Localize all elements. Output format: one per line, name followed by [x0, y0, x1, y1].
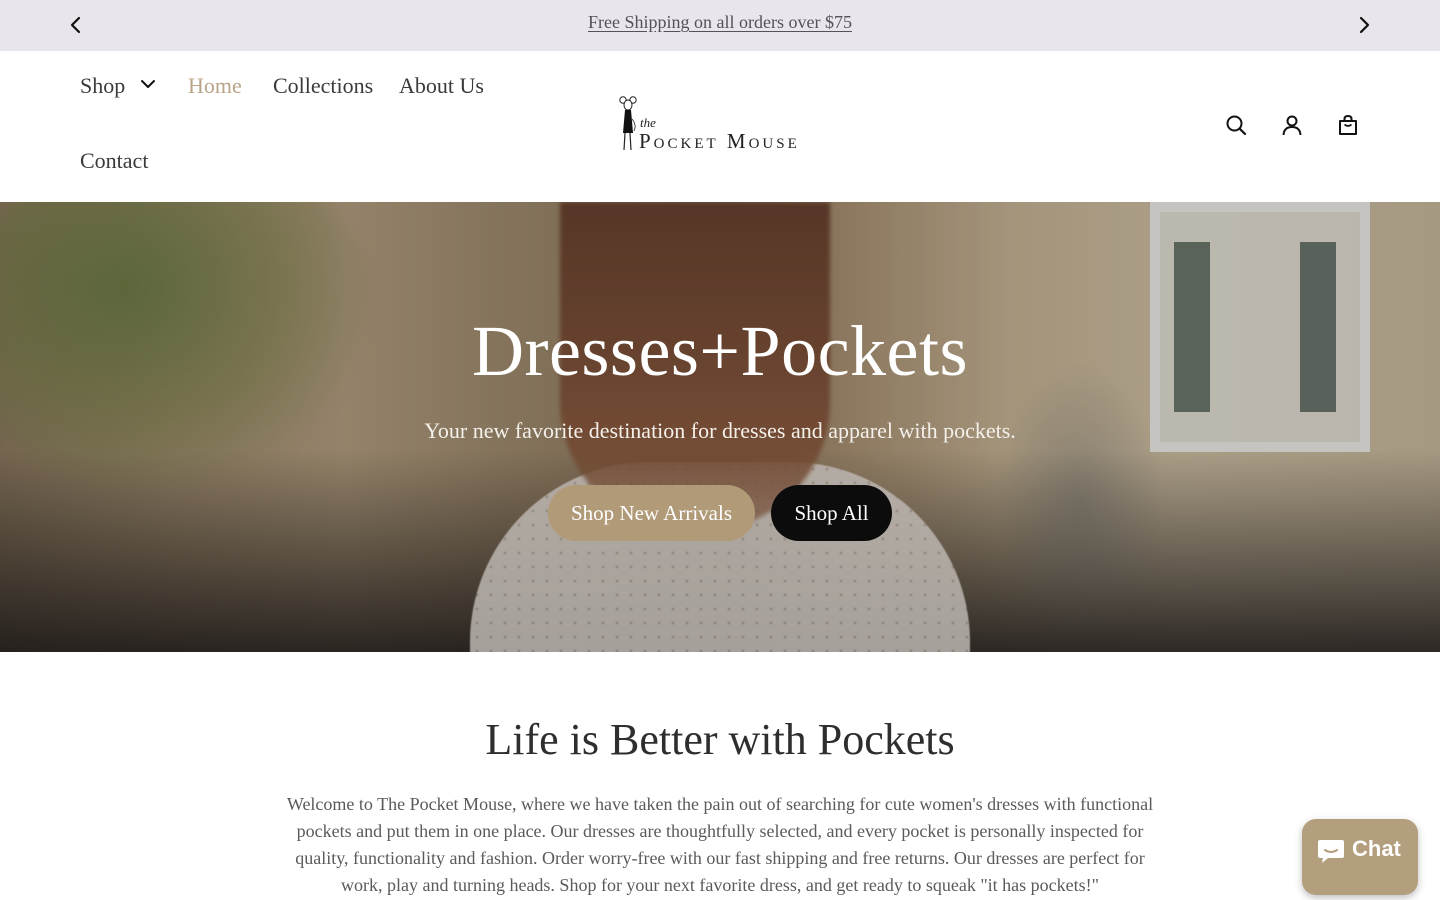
- nav-contact[interactable]: Contact: [80, 148, 148, 174]
- account-icon[interactable]: [1280, 113, 1304, 137]
- chat-button[interactable]: Chat: [1302, 819, 1418, 895]
- section-title: Life is Better with Pockets: [485, 715, 955, 764]
- chat-label: Chat: [1352, 836, 1401, 861]
- announcement-link[interactable]: Free Shipping on all orders over $75: [0, 12, 1440, 33]
- chevron-down-icon: [139, 73, 157, 99]
- chevron-right-icon[interactable]: [1352, 13, 1376, 37]
- site-header: Shop Home Collections About Us Contact t…: [0, 51, 1440, 202]
- section-body: Welcome to The Pocket Mouse, where we ha…: [286, 794, 1154, 895]
- hero-title: Dresses+Pockets: [471, 311, 969, 391]
- hero-subtitle: Your new favorite destination for dresse…: [424, 418, 1016, 443]
- shop-new-arrivals-button[interactable]: Shop New Arrivals: [548, 485, 755, 541]
- shop-all-button[interactable]: Shop All: [771, 485, 892, 541]
- mouse-logo-icon: [619, 96, 637, 151]
- nav-about-us[interactable]: About Us: [399, 73, 484, 99]
- hero-banner: Dresses+Pockets Your new favorite destin…: [0, 202, 1440, 652]
- nav-shop[interactable]: Shop: [80, 73, 157, 99]
- chat-bubble-icon: [1318, 840, 1344, 863]
- logo-wordmark: Pocket Mouse: [639, 129, 800, 153]
- cart-icon[interactable]: [1336, 113, 1360, 137]
- search-icon[interactable]: [1224, 113, 1248, 137]
- nav-shop-label: Shop: [80, 73, 126, 98]
- nav-home[interactable]: Home: [188, 73, 242, 99]
- nav-collections[interactable]: Collections: [273, 73, 373, 99]
- site-logo[interactable]: the Pocket Mouse: [616, 95, 826, 157]
- announcement-bar: Free Shipping on all orders over $75: [0, 0, 1440, 51]
